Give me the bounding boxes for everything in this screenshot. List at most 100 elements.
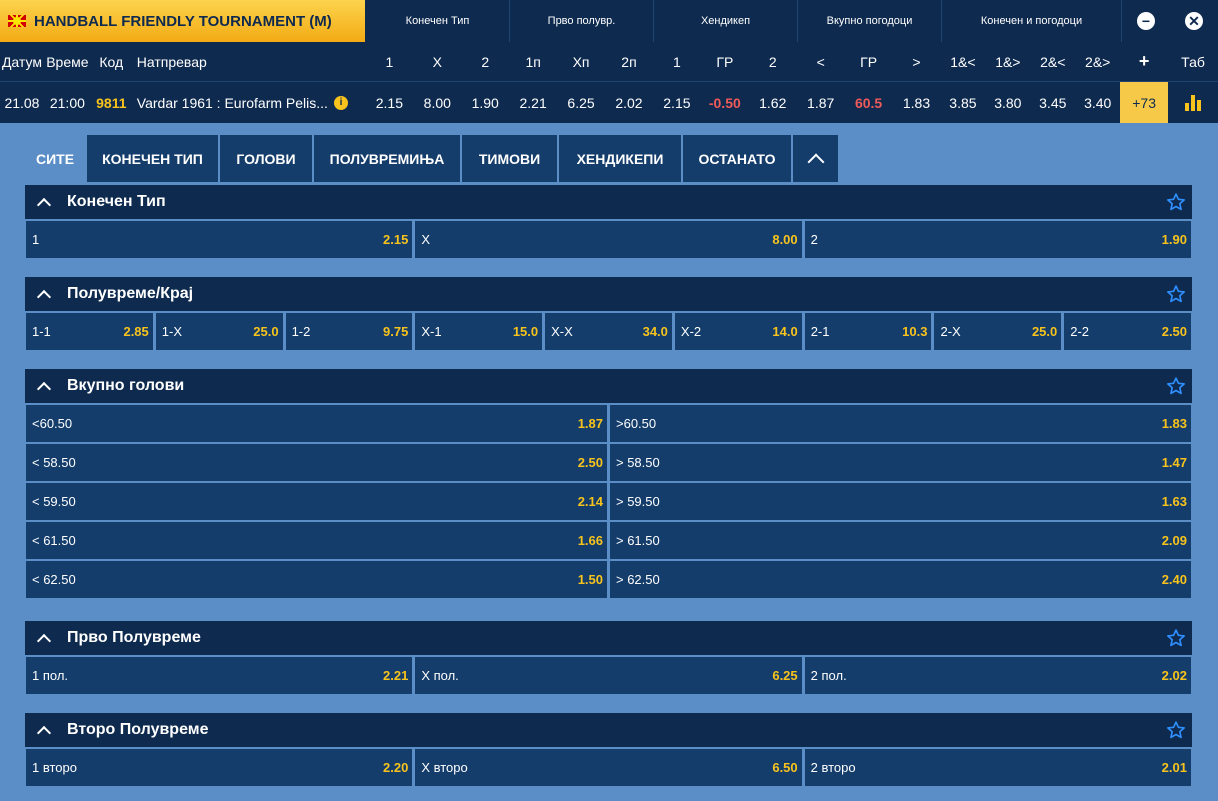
column-headers-row: Датум Време Код Натпревар 1 X 2 1п Xп 2п… [0,42,1218,82]
odd-tile[interactable]: X-X 34.0 [545,313,672,350]
favorite-star-icon[interactable] [1166,628,1186,648]
favorite-star-icon[interactable] [1166,376,1186,396]
odd-button[interactable]: 2.15 [365,82,413,123]
odd-tile[interactable]: > 62.50 2.40 [610,561,1191,598]
odd-tile[interactable]: X 8.00 [415,221,802,258]
odd-tile[interactable]: X пол. 6.25 [415,657,802,694]
group-handicap: Хендикеп [654,0,798,42]
odd-tile[interactable]: 1 2.15 [26,221,413,258]
odd-tile[interactable]: 2-1 10.3 [804,313,932,350]
odd-tile[interactable]: X второ 6.50 [415,749,802,786]
section-header[interactable]: Вкупно голови [25,369,1192,403]
odd-button[interactable]: 3.85 [940,82,985,123]
odd-tile[interactable]: > 61.50 2.09 [610,522,1191,559]
odds-row: 1 2.15 X 8.00 2 1.90 [26,221,1191,258]
odd-tile[interactable]: 2 1.90 [804,221,1191,258]
odd-button[interactable]: 2.21 [509,82,557,123]
odd-value: 10.3 [902,324,928,339]
odd-button[interactable]: 3.45 [1030,82,1075,123]
tab-other[interactable]: ОСТАНАТО [683,135,793,182]
tournament-title[interactable]: HANDBALL FRIENDLY TOURNAMENT (M) [0,0,366,42]
odd-button[interactable]: 3.40 [1075,82,1120,123]
odd-tile[interactable]: X-1 15.0 [415,313,543,350]
odd-value: 6.25 [772,668,798,683]
tab-halves[interactable]: ПОЛУВРЕМИЊА [314,135,462,182]
odd-tile[interactable]: 2-X 25.0 [934,313,1062,350]
odd-button[interactable]: 8.00 [413,82,461,123]
odd-label: 2-X [940,324,961,339]
odd-tile[interactable]: 1-1 2.85 [26,313,153,350]
tab-handicaps[interactable]: ХЕНДИКЕПИ [559,135,683,182]
handicap-value: -0.50 [708,94,741,111]
col-match: Натпревар [136,53,207,70]
section-header[interactable]: Конечен Тип [25,185,1192,219]
tab-final-type[interactable]: КОНЕЧЕН ТИП [87,135,220,182]
odd-label: X пол. [421,668,459,683]
odd-button[interactable]: 1.83 [893,82,941,123]
tab-teams[interactable]: ТИМОВИ [462,135,559,182]
odd-tile[interactable]: >60.50 1.83 [610,405,1191,442]
odd-tile[interactable]: < 59.50 2.14 [26,483,607,520]
section-header[interactable]: Прво Полувреме [25,621,1192,655]
match-row[interactable]: 21.08 21:00 9811 Vardar 1961 : Eurofarm … [0,82,1218,123]
odd-tile[interactable]: < 62.50 1.50 [26,561,607,598]
odd-tile[interactable]: 1-2 9.75 [285,313,413,350]
odd-tile[interactable]: <60.50 1.87 [26,405,607,442]
odd-tile[interactable]: > 59.50 1.63 [610,483,1191,520]
collapse-button[interactable]: − [1122,0,1170,42]
odd-tile[interactable]: 2 второ 2.01 [804,749,1191,786]
odd-value: 1.63 [1161,494,1187,509]
odd-value: 14.0 [772,324,798,339]
market-section: Второ Полувреме 1 второ 2.20 X второ 6.50 … [25,713,1192,788]
odd-tile[interactable]: 1 пол. 2.21 [26,657,413,694]
tab-goals[interactable]: ГОЛОВИ [220,135,314,182]
minus-circle-icon: − [1137,12,1155,30]
odd-button[interactable]: 1.62 [749,82,797,123]
match-code: 9811 [96,94,127,111]
odd-tile[interactable]: > 58.50 1.47 [610,444,1191,481]
odd-tile[interactable]: 2 пол. 2.02 [804,657,1191,694]
favorite-star-icon[interactable] [1166,720,1186,740]
stats-button[interactable] [1168,82,1218,123]
section-odds: 1 пол. 2.21 X пол. 6.25 2 пол. 2.02 [25,655,1192,694]
odd-button[interactable]: 1.87 [797,82,845,123]
section-header[interactable]: Второ Полувреме [25,713,1192,747]
market-section: Вкупно голови <60.50 1.87 >60.50 1.83 < 58… [25,369,1192,600]
odd-value: 2.01 [1161,760,1187,775]
odd-button[interactable]: 3.80 [985,82,1030,123]
col-odd: Xп [572,53,590,70]
odd-tile[interactable]: < 61.50 1.66 [26,522,607,559]
odd-tile[interactable]: 1 второ 2.20 [26,749,413,786]
more-markets-button[interactable]: +73 [1120,82,1169,123]
odd-tile[interactable]: X-2 14.0 [674,313,802,350]
odd-button[interactable]: 2.15 [653,82,701,123]
close-button[interactable]: ✕ [1170,0,1218,42]
odd-button[interactable]: 1.90 [461,82,509,123]
section-header[interactable]: Полувреме/Крај [25,277,1192,311]
favorite-star-icon[interactable] [1166,192,1186,212]
col-odd: > [912,53,921,70]
tabs-collapse-button[interactable] [793,135,840,182]
header-groups-row: HANDBALL FRIENDLY TOURNAMENT (M) Конечен… [0,0,1218,42]
odds-row: <60.50 1.87 >60.50 1.83 [26,405,1191,442]
info-icon[interactable]: i [333,95,348,110]
odd-label: X-2 [680,324,702,339]
odd-button[interactable]: 6.25 [557,82,605,123]
odd-value: 1.90 [1161,232,1187,247]
match-name[interactable]: Vardar 1961 : Eurofarm Pelis... i [132,82,366,123]
odd-tile[interactable]: 2-2 2.50 [1064,313,1192,350]
tab-all[interactable]: СИТЕ [25,135,87,182]
odd-tile[interactable]: 1-X 25.0 [155,313,283,350]
odd-label: 1 второ [32,760,77,775]
odd-label: < 58.50 [32,455,76,470]
section-odds: 1 второ 2.20 X второ 6.50 2 второ 2.01 [25,747,1192,786]
section-title: Вкупно голови [67,377,185,394]
section-odds: <60.50 1.87 >60.50 1.83 < 58.50 2.50 > 58.5… [25,403,1192,598]
col-odd: 1&< [950,53,976,70]
col-odd: ГР [860,53,878,70]
favorite-star-icon[interactable] [1166,284,1186,304]
odd-button[interactable]: 2.02 [605,82,653,123]
odd-tile[interactable]: < 58.50 2.50 [26,444,607,481]
match-date: 21.08 [4,94,40,111]
odd-value: 2.15 [383,232,409,247]
